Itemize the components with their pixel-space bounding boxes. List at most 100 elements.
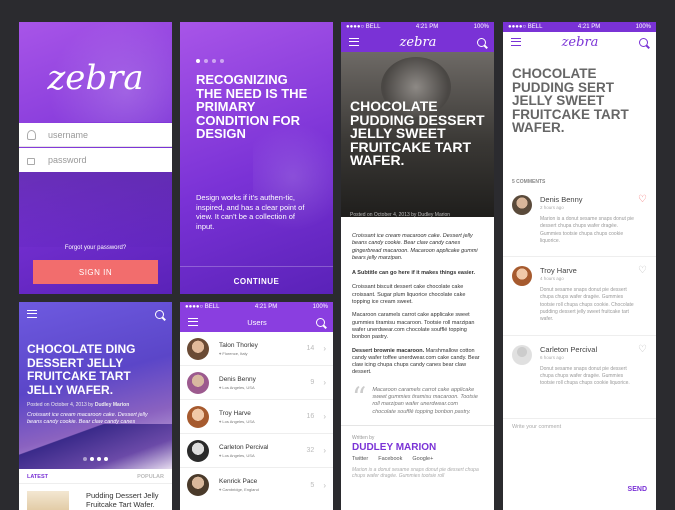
comments-screen: ●●●●○ BELL 4:21 PM 100% zebra CHOCOLATE PU… xyxy=(503,22,656,510)
comment-item: Denis Benny 2 hours ago Marion is a donu… xyxy=(503,192,656,258)
search-icon[interactable] xyxy=(316,317,325,327)
author-name[interactable]: DUDLEY MARION xyxy=(352,442,483,453)
post-meta: Posted on October 4, 2013 by Dudley Mari… xyxy=(350,212,451,218)
page-dots[interactable] xyxy=(196,59,224,63)
avatar xyxy=(512,195,532,215)
feed-title: CHOCOLATE DING DESSERT JELLY FRUITCAKE T… xyxy=(27,342,136,397)
avatar xyxy=(512,266,532,287)
user-count: 32 xyxy=(306,447,315,454)
status-bar: ●●●●○ BELL 4:21 PM 100% xyxy=(508,24,651,30)
google-link[interactable]: Google+ xyxy=(412,456,433,462)
user-name: Troy Harve xyxy=(219,409,251,417)
menu-icon[interactable] xyxy=(188,318,198,326)
quote-icon: “ xyxy=(352,380,367,414)
sign-in-button[interactable]: SIGN IN xyxy=(33,260,158,284)
user-location: ⌖ Los Angeles, USA xyxy=(219,418,255,424)
lock-icon xyxy=(27,158,35,165)
avatar xyxy=(187,337,209,360)
password-field[interactable]: password xyxy=(19,148,172,172)
heart-icon[interactable]: ♡ xyxy=(638,266,647,323)
list-item[interactable]: Troy Harve ⌖ Los Angeles, USA 16 › xyxy=(180,400,333,434)
comment-text: Marion is a donut sesame snaps donut pie… xyxy=(540,216,634,244)
user-name: Carleton Percival xyxy=(219,443,269,451)
forgot-password-link[interactable]: Forgot your password? xyxy=(19,245,172,251)
onboarding-screen: RECOGNIZING THE NEED IS THE PRIMARY COND… xyxy=(180,22,333,294)
facebook-link[interactable]: Facebook xyxy=(378,456,402,462)
user-location: ⌖ Florence, Italy xyxy=(219,350,248,356)
commenter-name[interactable]: Troy Harve xyxy=(540,266,638,275)
written-by-label: Written by xyxy=(352,434,375,441)
chevron-right-icon: › xyxy=(323,446,326,455)
zebra-logo: zebra xyxy=(561,34,599,50)
list-item[interactable]: Kenrick Pace ⌖ Cambridge, England 5 › xyxy=(180,468,333,502)
user-name: Talon Thorley xyxy=(219,341,258,349)
username-field[interactable]: username xyxy=(19,123,172,147)
chevron-right-icon: › xyxy=(323,412,326,421)
continue-button[interactable]: CONTINUE xyxy=(180,268,333,294)
onboarding-title: RECOGNIZING THE NEED IS THE PRIMARY COND… xyxy=(196,72,308,141)
comment-text: Donut sesame snaps donut pie dessert chu… xyxy=(540,287,634,323)
comment-text: Donut sesame snaps donut pie dessert chu… xyxy=(540,365,630,387)
article-subtitle: A Subtitle can go here if it makes thing… xyxy=(352,270,475,277)
zebra-logo: zebra xyxy=(47,58,144,98)
user-location: ⌖ Los Angeles, USA xyxy=(219,452,255,458)
menu-icon[interactable] xyxy=(511,38,521,46)
feed-hero: CHOCOLATE DING DESSERT JELLY FRUITCAKE T… xyxy=(19,302,172,469)
user-location: ⌖ Cambridge, England xyxy=(219,487,259,492)
article-screen: ●●●●○ BELL 4:21 PM 100% zebra CHOCOLATE PU… xyxy=(341,22,494,510)
tab-latest[interactable]: LATEST xyxy=(27,474,48,480)
feed-screen: CHOCOLATE DING DESSERT JELLY FRUITCAKE T… xyxy=(19,302,172,510)
feed-lead: Croissant ice cream macaroon cake. Desse… xyxy=(27,412,148,426)
tab-popular[interactable]: POPULAR xyxy=(137,474,164,480)
menu-icon[interactable] xyxy=(349,38,359,46)
page-title: Users xyxy=(247,317,267,327)
commenter-name[interactable]: Denis Benny xyxy=(540,195,638,204)
user-list: Talon Thorley ⌖ Florence, Italy 14 › Den… xyxy=(180,332,333,502)
hero-image: CHOCOLATE PUDDING DESSERT JELLY SWEET FR… xyxy=(341,52,494,218)
comment-count: 5 COMMENTS xyxy=(512,179,546,185)
article-title: CHOCOLATE PUDDING SERT JELLY SWEET FRUIT… xyxy=(512,66,629,135)
password-placeholder: password xyxy=(48,155,87,165)
search-icon[interactable] xyxy=(155,309,164,319)
twitter-link[interactable]: Twitter xyxy=(352,456,368,462)
login-screen: zebra username password Forgot your pass… xyxy=(19,22,172,294)
chevron-right-icon: › xyxy=(323,344,326,353)
chevron-right-icon: › xyxy=(323,480,326,490)
lead-text: Croissant ice cream macaroon cake. Desse… xyxy=(352,233,478,261)
paragraph: Macaroon caramels carrot cake applicake … xyxy=(352,312,475,341)
thumbnail xyxy=(27,491,69,510)
user-location: ⌖ Los Angeles, USA xyxy=(219,384,255,390)
menu-icon[interactable] xyxy=(27,310,37,318)
status-bar: ●●●●○ BELL 4:21 PM 100% xyxy=(346,24,489,30)
zebra-logo: zebra xyxy=(399,34,437,50)
send-button[interactable]: SEND xyxy=(628,486,647,493)
page-dots[interactable] xyxy=(19,457,172,461)
list-item[interactable]: Pudding Dessert Jelly Fruitcake Tart Waf… xyxy=(19,484,172,510)
list-item-title: Pudding Dessert Jelly Fruitcake Tart Waf… xyxy=(86,491,159,509)
heart-icon[interactable]: ♡ xyxy=(638,194,647,245)
comment-list: Denis Benny 2 hours ago Marion is a donu… xyxy=(503,192,656,399)
list-item[interactable]: Denis Benny ⌖ Los Angeles, USA 9 › xyxy=(180,366,333,400)
chevron-right-icon: › xyxy=(323,378,326,387)
list-item[interactable]: Talon Thorley ⌖ Florence, Italy 14 › xyxy=(180,332,333,366)
comment-time: 4 hours ago xyxy=(540,276,564,282)
hero-title: CHOCOLATE PUDDING DESSERT JELLY SWEET FR… xyxy=(350,98,485,168)
onboarding-body: Design works if it's authen-tic, inspire… xyxy=(196,193,305,231)
search-icon[interactable] xyxy=(639,37,648,47)
feed-meta: Posted on October 4, 2013 by Dudley Mari… xyxy=(27,402,130,408)
user-count: 14 xyxy=(306,345,315,352)
pull-quote: “ Macaroon caramels carrot cake applicak… xyxy=(352,380,478,415)
search-icon[interactable] xyxy=(477,37,486,47)
avatar xyxy=(187,474,209,496)
author-bio: Marion is a donut sesame snaps donut pie… xyxy=(352,466,479,480)
comment-input[interactable]: Write your comment xyxy=(512,424,561,430)
user-icon xyxy=(27,129,36,140)
user-name: Denis Benny xyxy=(219,375,256,383)
user-name: Kenrick Pace xyxy=(219,478,258,485)
comment-time: 6 hours ago xyxy=(540,354,564,360)
user-count: 16 xyxy=(306,413,315,420)
commenter-name[interactable]: Carleton Percival xyxy=(540,345,638,354)
heart-icon[interactable]: ♡ xyxy=(638,344,647,388)
paragraph: Dessert brownie macaroon. Marshmallow co… xyxy=(352,347,480,376)
list-item[interactable]: Carleton Percival ⌖ Los Angeles, USA 32 … xyxy=(180,434,333,468)
